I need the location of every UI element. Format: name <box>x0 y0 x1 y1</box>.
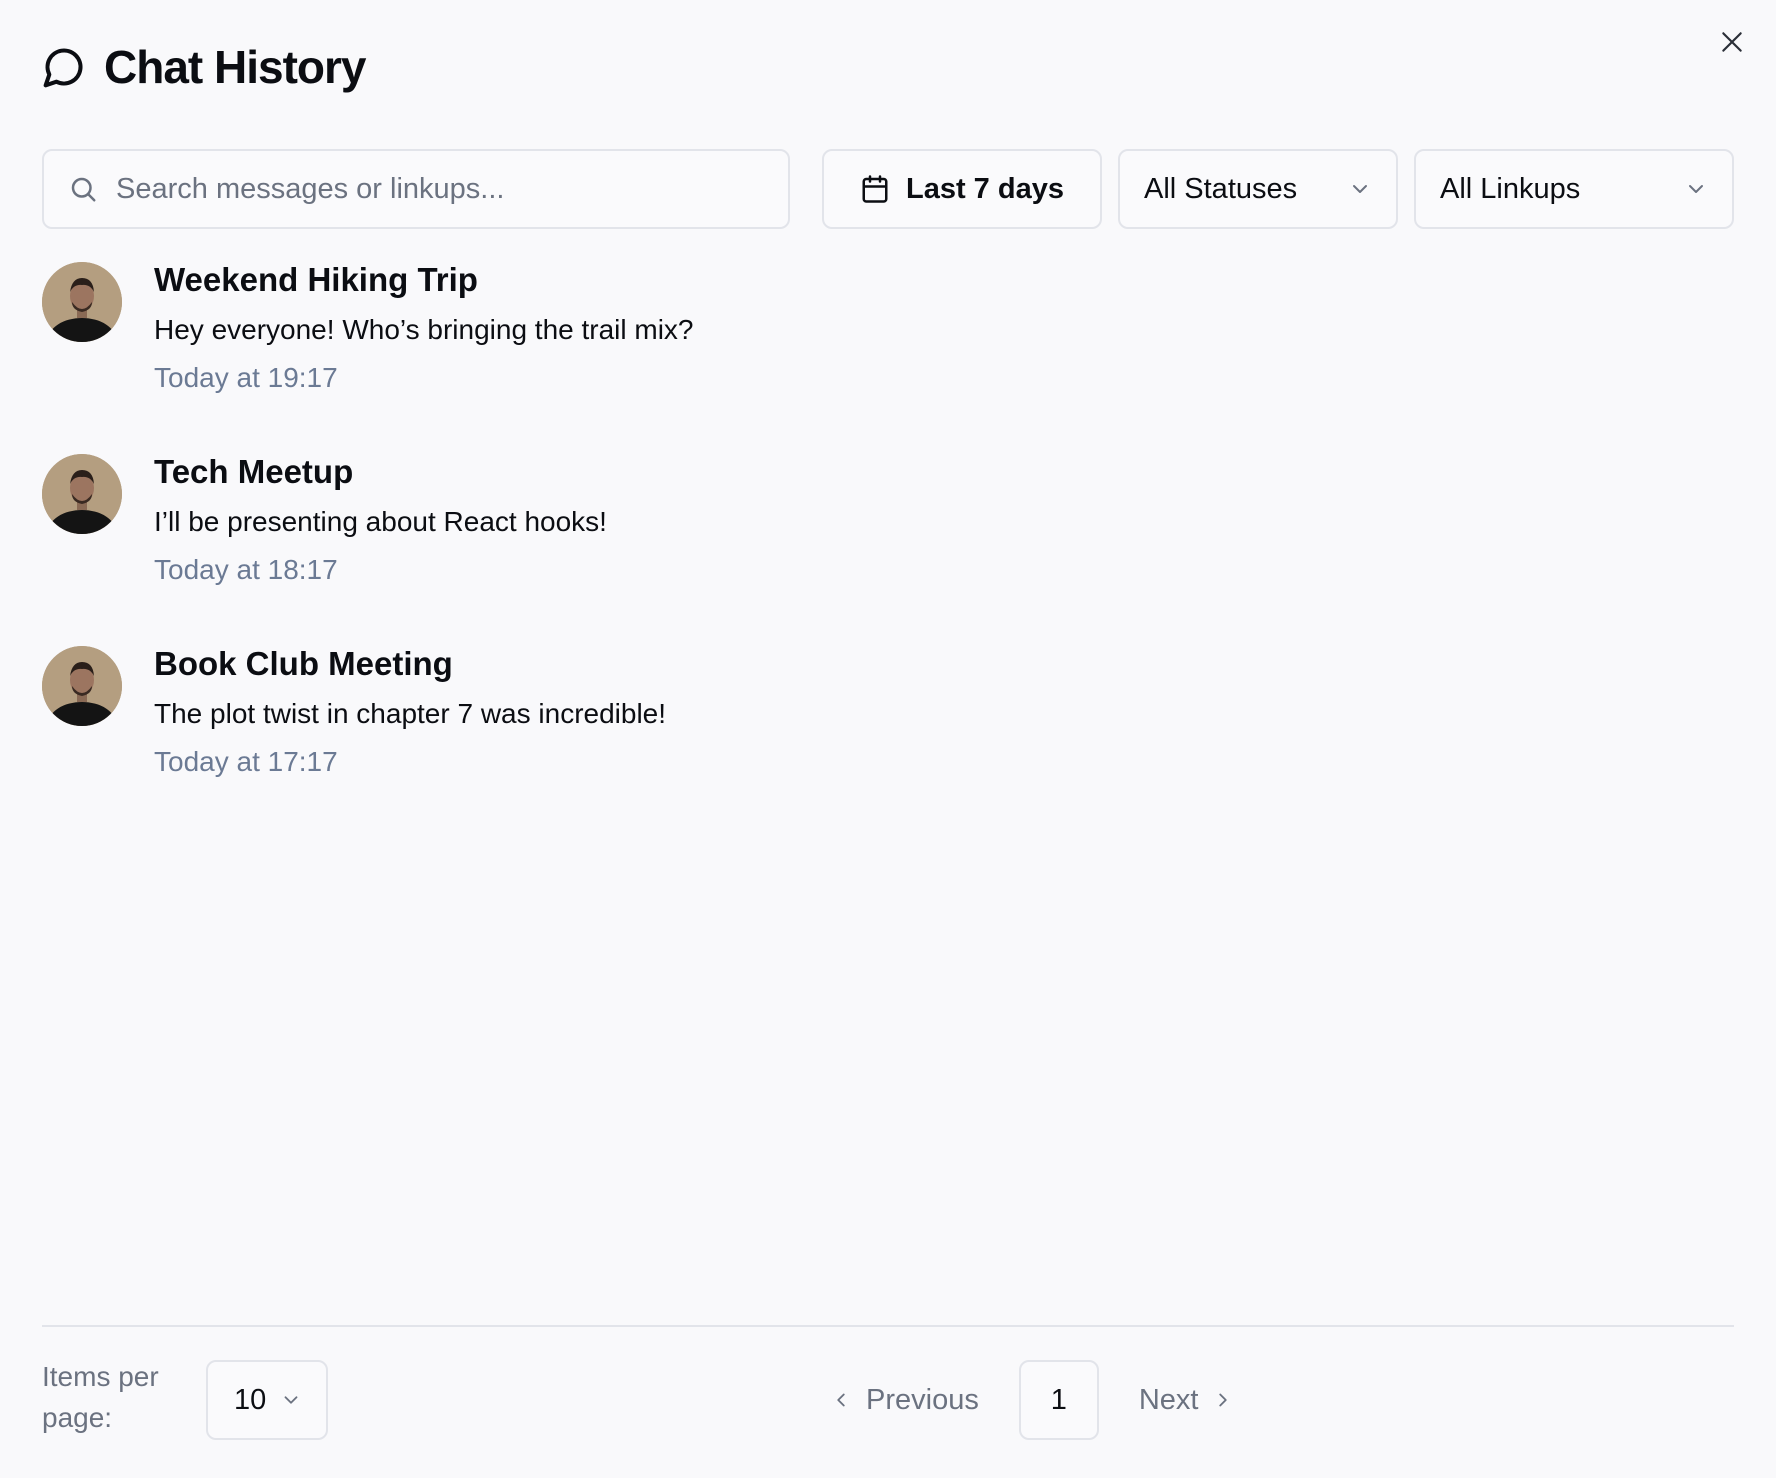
search-icon <box>71 177 96 202</box>
chat-history-dialog: Chat History Last 7 days All Statuses Al… <box>0 0 1776 1478</box>
status-select-value: All Statuses <box>1144 172 1298 205</box>
pagination: Previous 1 Next <box>830 1360 1234 1440</box>
chat-title: Book Club Meeting <box>154 645 453 682</box>
chat-list-item[interactable]: Weekend Hiking Trip Hey everyone! Who’s … <box>42 261 1734 454</box>
chevron-left-icon <box>837 1393 845 1407</box>
chat-timestamp: Today at 19:17 <box>154 362 338 393</box>
date-range-button[interactable]: Last 7 days <box>822 149 1102 229</box>
date-range-label: Last 7 days <box>906 172 1064 205</box>
dialog-title: Chat History <box>104 41 366 93</box>
page-number-button[interactable]: 1 <box>1018 1360 1099 1440</box>
chat-title: Weekend Hiking Trip <box>154 261 478 298</box>
chat-list: Weekend Hiking Trip Hey everyone! Who’s … <box>42 261 1734 838</box>
avatar <box>42 646 122 726</box>
items-per-page-value: 10 <box>234 1383 267 1416</box>
close-button[interactable] <box>1712 22 1752 62</box>
close-icon <box>1722 32 1742 52</box>
chat-list-item[interactable]: Tech Meetup I’ll be presenting about Rea… <box>42 453 1734 646</box>
chat-timestamp: Today at 18:17 <box>154 554 338 585</box>
chevron-down-icon <box>1689 185 1703 193</box>
chat-body: Weekend Hiking Trip Hey everyone! Who’s … <box>154 261 694 454</box>
chevron-down-icon <box>1353 185 1367 193</box>
search-box[interactable] <box>42 149 790 229</box>
chat-last-message: Hey everyone! Who’s bringing the trail m… <box>154 314 694 345</box>
items-per-page-label: Items per page: <box>42 1361 159 1433</box>
previous-label: Previous <box>866 1383 979 1416</box>
next-page-button[interactable]: Next <box>1139 1384 1235 1417</box>
status-select[interactable]: All Statuses <box>1118 149 1398 229</box>
chat-last-message: The plot twist in chapter 7 was incredib… <box>154 698 667 729</box>
chevron-right-icon <box>1219 1393 1228 1407</box>
search-input[interactable] <box>116 172 736 206</box>
items-per-page-select[interactable]: 10 <box>206 1360 328 1440</box>
chat-title: Tech Meetup <box>154 453 354 490</box>
chevron-down-icon <box>284 1396 298 1404</box>
linkup-select[interactable]: All Linkups <box>1414 149 1734 229</box>
previous-page-button[interactable]: Previous <box>830 1384 979 1417</box>
chat-last-message: I’ll be presenting about React hooks! <box>154 506 607 537</box>
calendar-icon <box>862 175 888 203</box>
next-label: Next <box>1138 1383 1199 1416</box>
chat-timestamp: Today at 17:17 <box>154 746 338 777</box>
avatar <box>42 454 122 534</box>
chat-body: Book Club Meeting The plot twist in chap… <box>154 645 667 838</box>
filter-bar: Last 7 days All Statuses All Linkups <box>42 149 1734 229</box>
message-circle-icon <box>43 48 83 88</box>
chat-list-item[interactable]: Book Club Meeting The plot twist in chap… <box>42 645 1734 838</box>
dialog-header: Chat History <box>42 40 366 94</box>
footer-divider <box>42 1325 1734 1327</box>
linkup-select-value: All Linkups <box>1440 172 1581 205</box>
chat-body: Tech Meetup I’ll be presenting about Rea… <box>154 453 607 646</box>
avatar <box>42 262 122 342</box>
